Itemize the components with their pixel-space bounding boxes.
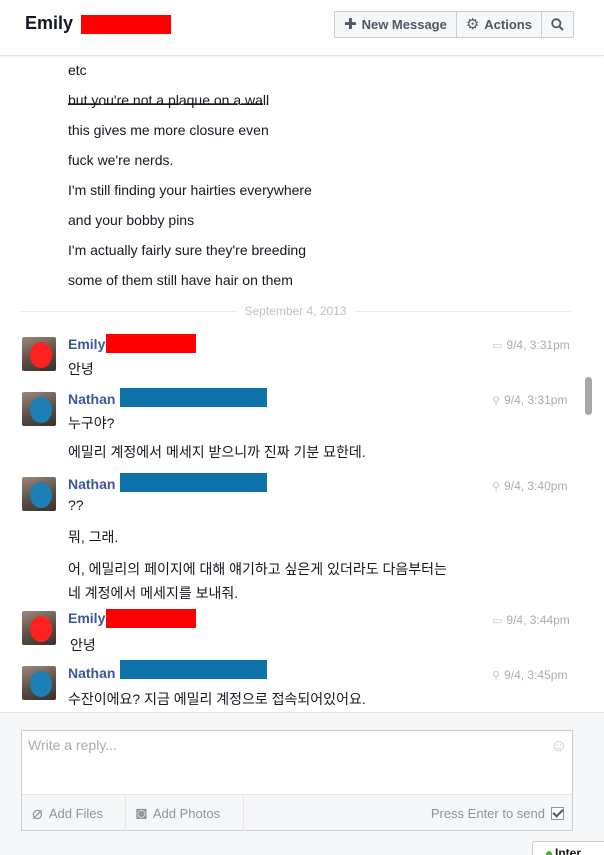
date-label: September 4, 2013 <box>236 304 355 318</box>
composer-toolbar: ⌀ Add Files ◙ Add Photos Press Enter to … <box>22 794 572 831</box>
timestamp-text: 9/4, 3:45pm <box>504 668 568 682</box>
avatar[interactable] <box>22 337 56 371</box>
online-status-icon <box>546 851 552 855</box>
location-pin-icon: ⚲ <box>492 669 501 682</box>
location-pin-icon: ⚲ <box>492 394 501 407</box>
thread-header: Emily ✚ New Message ⚙ Actions <box>0 0 604 56</box>
location-pin-icon: ⚲ <box>492 480 501 493</box>
message-text: I'm actually fairly sure they're breedin… <box>68 242 307 258</box>
sender-name[interactable]: Nathan <box>68 476 115 492</box>
press-enter-toggle[interactable]: Press Enter to send <box>431 795 564 831</box>
new-message-label: New Message <box>361 17 447 32</box>
redaction-box <box>106 334 196 353</box>
message-text: this gives me more closure even <box>68 122 269 138</box>
sender-name[interactable]: Emily <box>68 610 105 626</box>
message-text: but you're not a plaque on a wall <box>68 92 270 108</box>
message-text: 안녕 <box>70 637 96 653</box>
actions-label: Actions <box>484 17 532 32</box>
camera-icon: ◙ <box>136 802 147 823</box>
emoji-icon[interactable]: ☺ <box>550 737 567 754</box>
press-enter-label: Press Enter to send <box>430 805 545 821</box>
avatar[interactable] <box>22 392 56 426</box>
date-separator: September 4, 2013 <box>20 304 571 318</box>
reply-composer: ☺ ⌀ Add Files ◙ Add Photos Press Enter t… <box>21 730 573 831</box>
message-text: etc <box>68 62 87 78</box>
add-photos-button[interactable]: ◙ Add Photos <box>126 795 244 831</box>
message-text: 어, 에밀리의 페이지에 대해 얘기하고 싶은게 있더라도 다음부터는 <box>68 561 447 577</box>
redaction-box <box>81 15 171 34</box>
message-text: 뭐, 그래. <box>68 529 119 545</box>
message-timestamp: ⚲ 9/4, 3:31pm <box>492 393 567 407</box>
timestamp-text: 9/4, 3:31pm <box>504 393 568 407</box>
message-timestamp: ▭ 9/4, 3:44pm <box>492 613 570 627</box>
message-text: and your bobby pins <box>68 212 195 228</box>
message-text: 수잔이에요? 지금 에밀리 계정으로 접속되어있어요. <box>68 691 366 707</box>
message-text: fuck we're nerds. <box>68 152 174 168</box>
add-files-button[interactable]: ⌀ Add Files <box>22 795 126 831</box>
thread-title: Emily <box>25 13 74 33</box>
message-timestamp: ▭ 9/4, 3:31pm <box>492 338 570 352</box>
sender-name[interactable]: Emily <box>68 336 105 352</box>
avatar[interactable] <box>22 666 56 700</box>
timestamp-text: 9/4, 3:40pm <box>504 479 568 493</box>
search-icon <box>551 18 564 31</box>
chat-tab[interactable]: Inter <box>532 841 604 855</box>
avatar[interactable] <box>22 611 56 645</box>
sender-name[interactable]: Nathan <box>68 665 115 681</box>
message-text: some of them still have hair on them <box>68 272 293 288</box>
plus-icon: ✚ <box>344 16 357 33</box>
redaction-box <box>120 388 267 407</box>
message-text: 누구야? <box>68 415 115 431</box>
message-timestamp: ⚲ 9/4, 3:40pm <box>492 479 567 493</box>
chat-tab-label: Inter <box>555 846 582 855</box>
chat-bubble-icon: ▭ <box>492 614 503 627</box>
message-timestamp: ⚲ 9/4, 3:45pm <box>492 668 567 682</box>
search-button[interactable] <box>542 12 573 37</box>
message-text: 안녕 <box>68 361 94 377</box>
paperclip-icon: ⌀ <box>32 802 43 823</box>
redaction-box <box>120 473 267 492</box>
add-files-label: Add Files <box>48 805 104 821</box>
chat-bubble-icon: ▭ <box>492 339 503 352</box>
timestamp-text: 9/4, 3:31pm <box>506 338 570 352</box>
timestamp-text: 9/4, 3:44pm <box>506 613 570 627</box>
redaction-box <box>106 609 196 628</box>
message-text: I'm still finding your hairties everywhe… <box>68 182 312 198</box>
gear-icon: ⚙ <box>465 16 480 33</box>
redaction-box <box>120 660 267 679</box>
sender-name[interactable]: Nathan <box>68 391 115 407</box>
avatar[interactable] <box>22 477 56 511</box>
thread-toolbar: ✚ New Message ⚙ Actions <box>334 11 574 38</box>
new-message-button[interactable]: ✚ New Message <box>335 12 457 37</box>
message-list[interactable]: ▁▁▁ ▁▁▁▁▁▁▁ ▁▁▁▁▁ ▁▁ ▁▁▁ etc but you're … <box>0 56 584 712</box>
message-text: 네 계정에서 메세지를 보내줘. <box>68 585 239 601</box>
press-enter-checkbox[interactable] <box>551 806 564 820</box>
scrollbar-thumb[interactable] <box>585 377 592 415</box>
reply-input[interactable] <box>22 731 572 793</box>
message-text: 에밀리 계정에서 메세지 받으니까 진짜 기분 묘한데. <box>68 444 366 460</box>
actions-button[interactable]: ⚙ Actions <box>457 12 542 37</box>
message-text: ?? <box>68 497 84 513</box>
add-photos-label: Add Photos <box>152 805 221 821</box>
